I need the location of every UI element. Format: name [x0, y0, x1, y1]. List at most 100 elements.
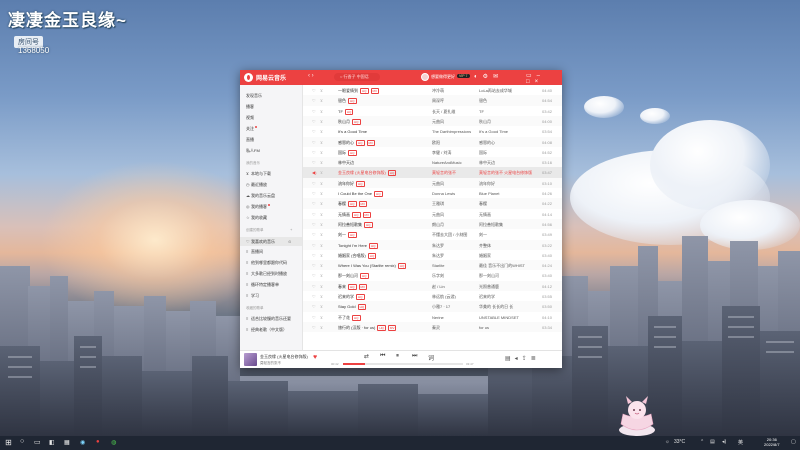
song-title[interactable]: 流年你好 HQ	[338, 180, 413, 187]
search-icon[interactable]: ○	[20, 438, 24, 445]
heartbeat-mode-icon[interactable]: ⊙	[288, 237, 291, 246]
song-artist[interactable]: 莫轻言的张不	[432, 170, 478, 176]
like-heart-icon[interactable]: ♡	[312, 140, 316, 145]
quality-tag[interactable]: MV	[362, 211, 371, 218]
table-row[interactable]: ♡ ⊻ 不了花 HQ Nerine UNSTABLE MINDSET 04:10	[303, 312, 562, 322]
next-icon[interactable]: ⏭	[412, 353, 417, 360]
user-name[interactable]: 想要做得更好	[431, 74, 455, 80]
song-title[interactable]: 林中天边	[338, 160, 413, 166]
like-heart-icon[interactable]: ♡	[312, 304, 316, 309]
now-playing-title[interactable]: 金玉良缘 (火星电台修饰版)	[260, 354, 308, 360]
sidebar-item-follow[interactable]: 关注	[246, 126, 257, 132]
like-heart-icon[interactable]: ♡	[312, 294, 316, 299]
like-heart-icon[interactable]: ♡	[312, 119, 316, 124]
sidebar-item-collection[interactable]: ☆我的收藏	[246, 215, 267, 221]
wechat-icon[interactable]: ◍	[111, 439, 116, 446]
like-heart-icon[interactable]: ♡	[312, 98, 316, 103]
playlist-queue-icon[interactable]: ≣	[531, 356, 540, 362]
like-heart-icon[interactable]: ♥	[313, 354, 317, 361]
song-artist[interactable]: 欧阳	[432, 140, 478, 146]
song-album[interactable]: TF	[479, 109, 537, 114]
download-icon[interactable]: ⊻	[320, 170, 323, 175]
song-artist[interactable]: 林远航 (云游)	[432, 294, 478, 300]
song-artist[interactable]: Starlite	[432, 263, 478, 268]
taskbar-clock[interactable]: 20:36 2022/8/7	[764, 437, 780, 447]
song-artist[interactable]: 元曲风	[432, 119, 478, 125]
table-row[interactable]: ♡ ⊻ 流年你好 HQ 元曲风 流年你好 03:10	[303, 177, 562, 188]
table-row[interactable]: ♡ ⊻ Tonight I'm Here HQ 朱达罗 齐整体 03:22	[303, 239, 562, 250]
download-icon[interactable]: ⊻	[320, 284, 323, 289]
song-artist[interactable]: 王雅琪	[432, 201, 478, 207]
like-heart-icon[interactable]: ♡	[312, 201, 316, 206]
table-row[interactable]: ♡ ⊻ 一眼爱情到 HQ MV 冲冷萌 LoLa再站去成华城 04:40	[303, 85, 562, 95]
song-title[interactable]: 秋山月 HQ	[338, 118, 413, 125]
song-title[interactable]: 旅行的 (汉版 · for us) HQ MV	[338, 324, 413, 331]
song-artist[interactable]: 乐字刻	[432, 273, 478, 279]
song-album[interactable]: UNSTABLE MINDSET	[479, 315, 537, 320]
quality-tag[interactable]: MV	[366, 139, 375, 146]
download-icon[interactable]: ⊻	[320, 253, 323, 258]
shuffle-icon[interactable]: ⇄	[364, 353, 369, 360]
download-icon[interactable]: ⊻	[320, 129, 323, 134]
song-album[interactable]: 无情画	[479, 212, 537, 218]
song-title[interactable]: I Could Be the One HQ	[338, 191, 413, 197]
sidebar-playlist[interactable]: ≡ 适合比较慢的音乐还要	[246, 316, 291, 322]
forward-arrow-icon[interactable]: ›	[312, 73, 314, 79]
song-artist[interactable]: 小雅7 · 17	[432, 304, 478, 310]
sidebar-playlist[interactable]: ≡ 经典老歌（中文版）	[246, 327, 287, 333]
song-album[interactable]: 莫轻言的张不 火星电台修饰版	[479, 170, 537, 176]
song-artist[interactable]: Nerine	[432, 315, 478, 320]
song-album[interactable]: 最佳 音乐不出门的WHIST	[479, 263, 537, 269]
song-title[interactable]: Where I Was You (Starlite remix) HQ	[338, 263, 413, 270]
search-input[interactable]: ○ 行香子 中国话	[334, 73, 380, 81]
song-artist[interactable]: 周深哼	[432, 98, 478, 104]
quality-icon[interactable]: ▤	[505, 356, 515, 362]
like-heart-icon[interactable]: ♡	[312, 191, 316, 196]
like-heart-icon[interactable]: ♡	[312, 222, 316, 227]
progress-bar[interactable]	[343, 363, 463, 365]
like-heart-icon[interactable]: ♡	[312, 243, 316, 248]
avatar[interactable]	[421, 73, 429, 81]
download-icon[interactable]: ⊻	[320, 160, 323, 165]
song-title[interactable]: Tonight I'm Here HQ	[338, 242, 413, 249]
song-title[interactable]: 一眼爱情到 HQ MV	[338, 88, 413, 94]
download-icon[interactable]: ⊻	[320, 88, 323, 93]
download-icon[interactable]: ⊻	[320, 201, 323, 206]
like-heart-icon[interactable]: ♡	[312, 160, 316, 165]
table-row[interactable]: ♡ ⊻ 林中天边 NatureAndMusic 林中天边 03:16	[303, 157, 562, 168]
like-heart-icon[interactable]: ♡	[312, 273, 316, 278]
table-row[interactable]: ♡ ⊻ 国际 HQ 李健 / 刘涛 国际 04:52	[303, 147, 562, 157]
tray-volume-icon[interactable]: ◂)	[722, 439, 726, 445]
download-icon[interactable]: ⊻	[320, 212, 323, 217]
sidebar-item-discover[interactable]: 发现音乐	[246, 93, 262, 99]
tray-weather-icon[interactable]: ☼	[665, 439, 670, 445]
lyrics-icon[interactable]: 词	[428, 353, 434, 362]
song-album[interactable]: 婚姻家	[479, 253, 537, 259]
table-row[interactable]: ♡ ⊻ It's a Good Time The Darthimpressions It…	[303, 126, 562, 136]
song-album[interactable]: for us	[479, 325, 537, 330]
like-heart-icon[interactable]: ♡	[312, 212, 316, 217]
back-arrow-icon[interactable]: ‹	[308, 73, 310, 79]
table-row[interactable]: ♡ ⊻ 春樱 HQ MV 王雅琪 春樱 04:22	[303, 198, 562, 209]
skin-icon[interactable]: ◐	[474, 74, 483, 80]
song-artist[interactable]: 冲冷萌	[432, 88, 478, 94]
table-row[interactable]: ♡ ⊻ 婚姻家 (合唱版) HQ 朱达罗 婚姻家 03:40	[303, 250, 562, 260]
tray-chevron-up-icon[interactable]: ⌃	[700, 439, 704, 445]
previous-icon[interactable]: ⏮	[380, 353, 385, 360]
song-artist[interactable]: 朗山月	[432, 222, 478, 228]
album-cover[interactable]	[244, 353, 257, 366]
like-heart-icon[interactable]: ♡	[312, 325, 316, 330]
store-icon[interactable]: ◧	[49, 439, 55, 446]
song-artist[interactable]: 朱达罗	[432, 243, 478, 249]
table-row[interactable]: ♡ ⊻ I Could Be the One HQ Donna Lewis Blue Pl…	[303, 188, 562, 198]
browser-icon[interactable]: ◉	[80, 439, 85, 446]
download-icon[interactable]: ⊻	[320, 304, 323, 309]
song-title[interactable]: 感恩的心 HQ MV	[338, 139, 413, 146]
song-album[interactable]: 银色	[479, 98, 537, 104]
sidebar-playlist[interactable]: ≡ 学习	[246, 293, 259, 299]
settings-icon[interactable]: ⚙	[483, 74, 493, 80]
song-title[interactable]: 迟来的学 HQ	[338, 294, 413, 300]
song-artist[interactable]: 李健 / 刘涛	[432, 150, 478, 156]
song-artist[interactable]: 元曲风	[432, 181, 478, 187]
download-icon[interactable]: ⊻	[320, 273, 323, 278]
